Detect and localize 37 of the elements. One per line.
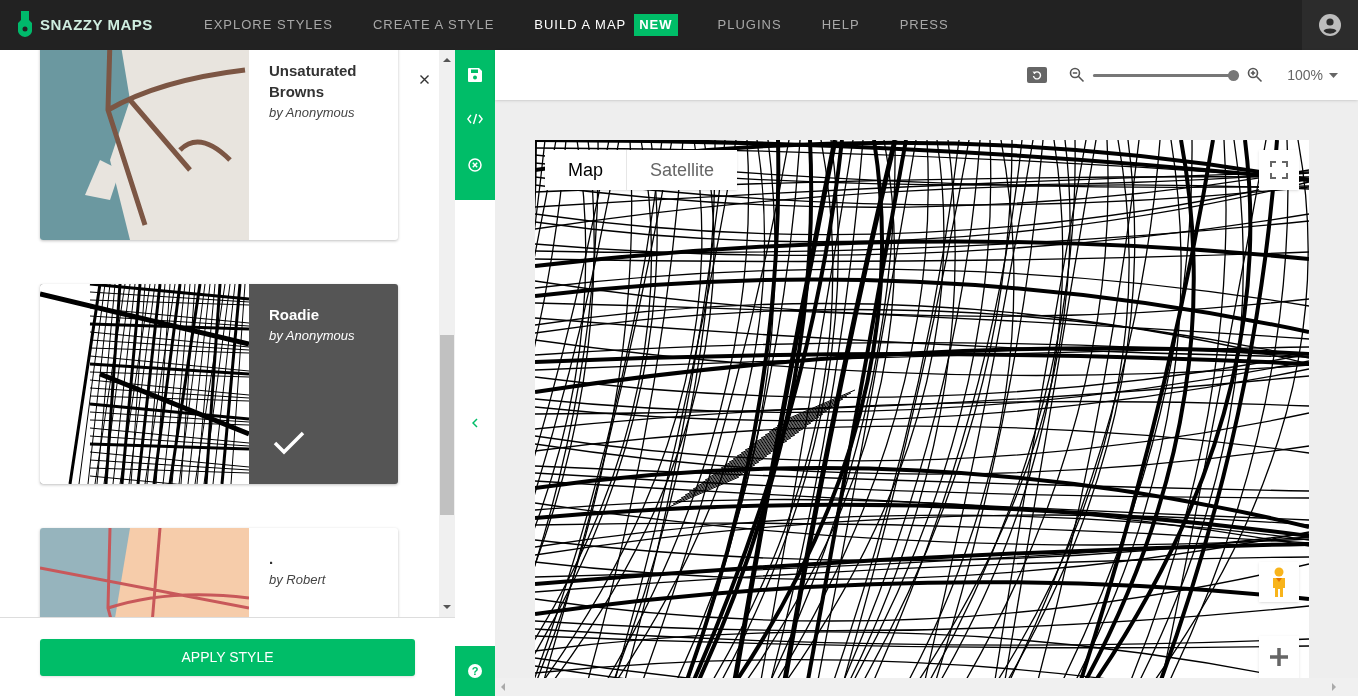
map-type-tab[interactable]: Map [545, 150, 626, 190]
map-canvas[interactable]: Map Satellite [535, 140, 1309, 678]
caret-icon [1329, 72, 1338, 78]
nav-link[interactable]: CREATE A STYLE [352, 15, 515, 35]
zoom-dropdown[interactable]: 100% [1287, 64, 1338, 86]
style-name: . [269, 549, 275, 569]
style-author: by Anonymous [269, 104, 356, 122]
rotate-icon [1032, 70, 1043, 80]
style-author: by Anonymous [269, 327, 356, 345]
zoom-slider[interactable] [1093, 69, 1240, 81]
style-card[interactable]: . by Robert [40, 528, 398, 617]
new-badge: NEW [634, 14, 678, 36]
close-icon[interactable] [420, 75, 429, 84]
style-name: Unsaturated Browns [269, 61, 358, 102]
nav-link[interactable]: HELP [801, 15, 880, 35]
nav-link[interactable]: PLUGINS [697, 15, 802, 35]
nav-link[interactable]: PRESS [879, 15, 969, 35]
nav-link[interactable]: EXPLORE STYLES [184, 15, 353, 35]
style-card[interactable]: Roadie by Anonymous [40, 284, 398, 484]
pegman-icon [1271, 567, 1287, 597]
logo-text[interactable]: SNAZZY MAPS [40, 13, 153, 37]
plus-icon [1270, 648, 1288, 666]
zoom-in-button[interactable] [1259, 636, 1299, 678]
fullscreen-icon [1270, 161, 1288, 179]
fullscreen-button[interactable] [1259, 150, 1299, 190]
account-icon[interactable] [1319, 14, 1341, 36]
style-name: Roadie [269, 305, 320, 325]
nav-link[interactable]: BUILD A MAP [514, 15, 635, 35]
zoom-out-icon[interactable] [1069, 67, 1086, 83]
map-type-tab[interactable]: Satellite [626, 150, 738, 190]
scrollbar[interactable] [439, 50, 455, 617]
checkmark-icon [273, 431, 305, 455]
style-card[interactable]: Unsaturated Browns by Anonymous [40, 50, 398, 240]
logo-pin-icon[interactable] [18, 11, 32, 39]
reset-button[interactable] [1027, 67, 1048, 83]
zoom-in-icon[interactable] [1247, 67, 1264, 83]
style-author: by Robert [269, 571, 327, 589]
